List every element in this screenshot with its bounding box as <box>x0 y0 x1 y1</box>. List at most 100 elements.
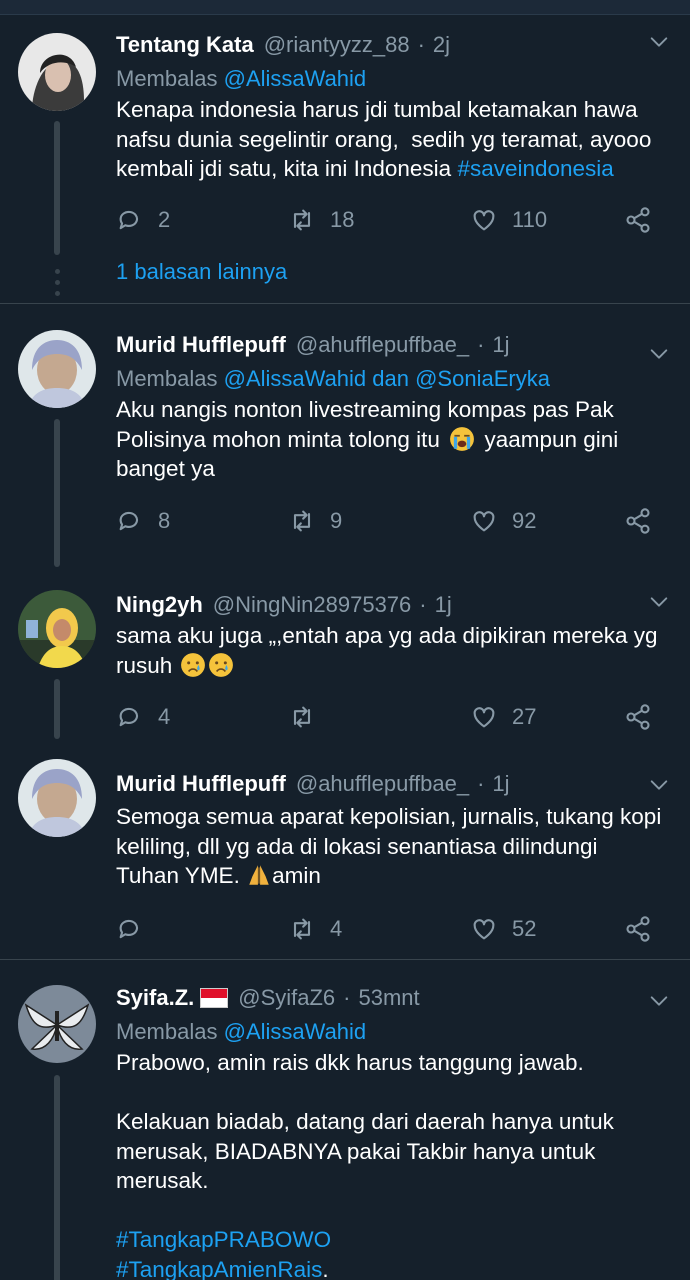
loudly-crying-face-emoji <box>449 426 475 452</box>
reply-count: 2 <box>158 206 171 232</box>
tweet[interactable]: Tentang Kata @riantyyzz_88 · 2j Membalas… <box>0 15 690 240</box>
tweet[interactable]: Ning2yh @NingNin28975376 · 1j sama aku j… <box>0 563 690 737</box>
reply-context: Membalas @AlissaWahid dan @SoniaEryka <box>116 363 666 395</box>
tweet-header: Tentang Kata @riantyyzz_88 · 2j <box>116 27 666 63</box>
hashtag-link[interactable]: #saveindonesia <box>457 156 613 181</box>
tweet-header: Murid Hufflepuff @ahufflepuffbae_ · 1j <box>116 327 666 363</box>
like-button[interactable]: 92 <box>470 501 536 541</box>
like-icon <box>470 703 498 731</box>
author-name[interactable]: Syifa.Z. <box>116 985 194 1011</box>
chevron-down-icon[interactable] <box>648 591 670 613</box>
author-name[interactable]: Murid Hufflepuff <box>116 332 286 358</box>
action-bar: 4 52 <box>116 909 666 949</box>
timestamp[interactable]: 1j <box>492 332 509 358</box>
reply-context: Membalas @AlissaWahid <box>116 1016 666 1048</box>
tweet[interactable]: Syifa.Z. @SyifaZ6 · 53mnt Membalas @Alis… <box>0 960 690 1280</box>
retweet-button[interactable]: 18 <box>288 200 354 240</box>
reply-timeline: Tentang Kata @riantyyzz_88 · 2j Membalas… <box>0 15 690 1280</box>
tweet[interactable]: Murid Hufflepuff @ahufflepuffbae_ · 1j S… <box>0 748 690 949</box>
author-name[interactable]: Tentang Kata <box>116 32 254 58</box>
author-handle[interactable]: @ahufflepuffbae_ <box>296 771 469 797</box>
reply-icon <box>116 507 144 535</box>
show-more-replies-link[interactable]: 1 balasan lainnya <box>116 259 287 285</box>
like-count: 110 <box>512 206 548 232</box>
reply-button[interactable]: 4 <box>116 697 170 737</box>
author-handle[interactable]: @riantyyzz_88 <box>264 32 410 58</box>
share-icon <box>624 703 652 731</box>
timestamp[interactable]: 53mnt <box>359 985 420 1011</box>
retweet-icon <box>288 915 316 943</box>
action-bar: 4 27 <box>116 697 666 737</box>
reply-icon <box>116 915 144 943</box>
retweet-button[interactable] <box>288 697 330 737</box>
share-icon <box>624 507 652 535</box>
like-icon <box>470 915 498 943</box>
folded-hands-emoji <box>246 862 272 888</box>
like-count: 27 <box>512 704 537 729</box>
retweet-icon <box>288 507 316 535</box>
like-count: 92 <box>512 507 537 533</box>
reply-button[interactable]: 8 <box>116 501 170 541</box>
crying-face-emoji <box>208 652 234 678</box>
separator-dot: · <box>477 771 485 796</box>
share-button[interactable] <box>624 200 666 240</box>
chevron-down-icon[interactable] <box>648 990 670 1012</box>
tweet-header: Ning2yh @NingNin28975376 · 1j <box>116 587 666 623</box>
reply-context: Membalas @AlissaWahid <box>116 63 666 95</box>
timestamp[interactable]: 1j <box>435 592 452 618</box>
chevron-down-icon[interactable] <box>648 774 670 796</box>
hashtag-link[interactable]: #TangkapPRABOWO <box>116 1227 331 1252</box>
chevron-down-icon[interactable] <box>648 31 670 53</box>
tweet-text-content: Prabowo, amin rais dkk harus tanggung ja… <box>116 1050 614 1193</box>
reply-prefix: Membalas <box>116 66 218 91</box>
timestamp[interactable]: 1j <box>492 771 509 797</box>
tweet-text: Kenapa indonesia harus jdi tumbal ketama… <box>116 95 666 184</box>
reply-button[interactable]: 2 <box>116 200 170 240</box>
tweet-text: Semoga semua aparat kepolisian, jurnalis… <box>116 802 666 891</box>
retweet-button[interactable]: 9 <box>288 501 342 541</box>
tweet-header: Murid Hufflepuff @ahufflepuffbae_ · 1j <box>116 766 666 802</box>
reply-mention[interactable]: @AlissaWahid <box>224 1019 367 1044</box>
like-button[interactable]: 110 <box>470 200 547 240</box>
reply-button[interactable] <box>116 909 158 949</box>
tweet-text: Prabowo, amin rais dkk harus tanggung ja… <box>116 1048 666 1280</box>
reply-icon <box>116 703 144 731</box>
share-button[interactable] <box>624 501 666 541</box>
share-button[interactable] <box>624 909 666 949</box>
author-name[interactable]: Murid Hufflepuff <box>116 771 286 797</box>
retweet-icon <box>288 206 316 234</box>
tweet-text: Aku nangis nonton livestreaming kompas p… <box>116 395 666 484</box>
chevron-down-icon[interactable] <box>648 343 670 365</box>
tweet-text: sama aku juga „,entah apa yg ada dipikir… <box>116 621 666 680</box>
reply-prefix: Membalas <box>116 366 218 391</box>
reply-prefix: Membalas <box>116 1019 218 1044</box>
separator-dot: · <box>343 985 351 1010</box>
like-button[interactable]: 52 <box>470 909 536 949</box>
author-handle[interactable]: @ahufflepuffbae_ <box>296 332 469 358</box>
retweet-count: 9 <box>330 507 343 533</box>
author-handle[interactable]: @NingNin28975376 <box>213 592 411 618</box>
retweet-button[interactable]: 4 <box>288 909 342 949</box>
share-button[interactable] <box>624 697 666 737</box>
tweet-header: Syifa.Z. @SyifaZ6 · 53mnt <box>116 980 666 1016</box>
separator-dot: · <box>477 332 485 357</box>
hashtag-link[interactable]: #TangkapAmienRais <box>116 1257 322 1280</box>
like-button[interactable]: 27 <box>470 697 536 737</box>
author-name[interactable]: Ning2yh <box>116 592 203 618</box>
separator-dot: · <box>419 592 427 617</box>
reply-mention[interactable]: @AlissaWahid dan @SoniaEryka <box>224 366 550 391</box>
author-handle[interactable]: @SyifaZ6 <box>238 985 335 1011</box>
top-bar <box>0 0 690 15</box>
retweet-icon <box>288 703 316 731</box>
thread-dots <box>52 269 62 302</box>
like-icon <box>470 507 498 535</box>
indonesia-flag <box>200 988 229 1008</box>
reply-count: 8 <box>158 507 171 533</box>
tweet-text-content: Semoga semua aparat kepolisian, jurnalis… <box>116 804 668 888</box>
like-icon <box>470 206 498 234</box>
tweet[interactable]: Murid Hufflepuff @ahufflepuffbae_ · 1j M… <box>0 303 690 541</box>
separator-dot: · <box>417 32 425 57</box>
timestamp[interactable]: 2j <box>433 32 450 58</box>
reply-mention[interactable]: @AlissaWahid <box>224 66 367 91</box>
reply-count: 4 <box>158 704 171 729</box>
